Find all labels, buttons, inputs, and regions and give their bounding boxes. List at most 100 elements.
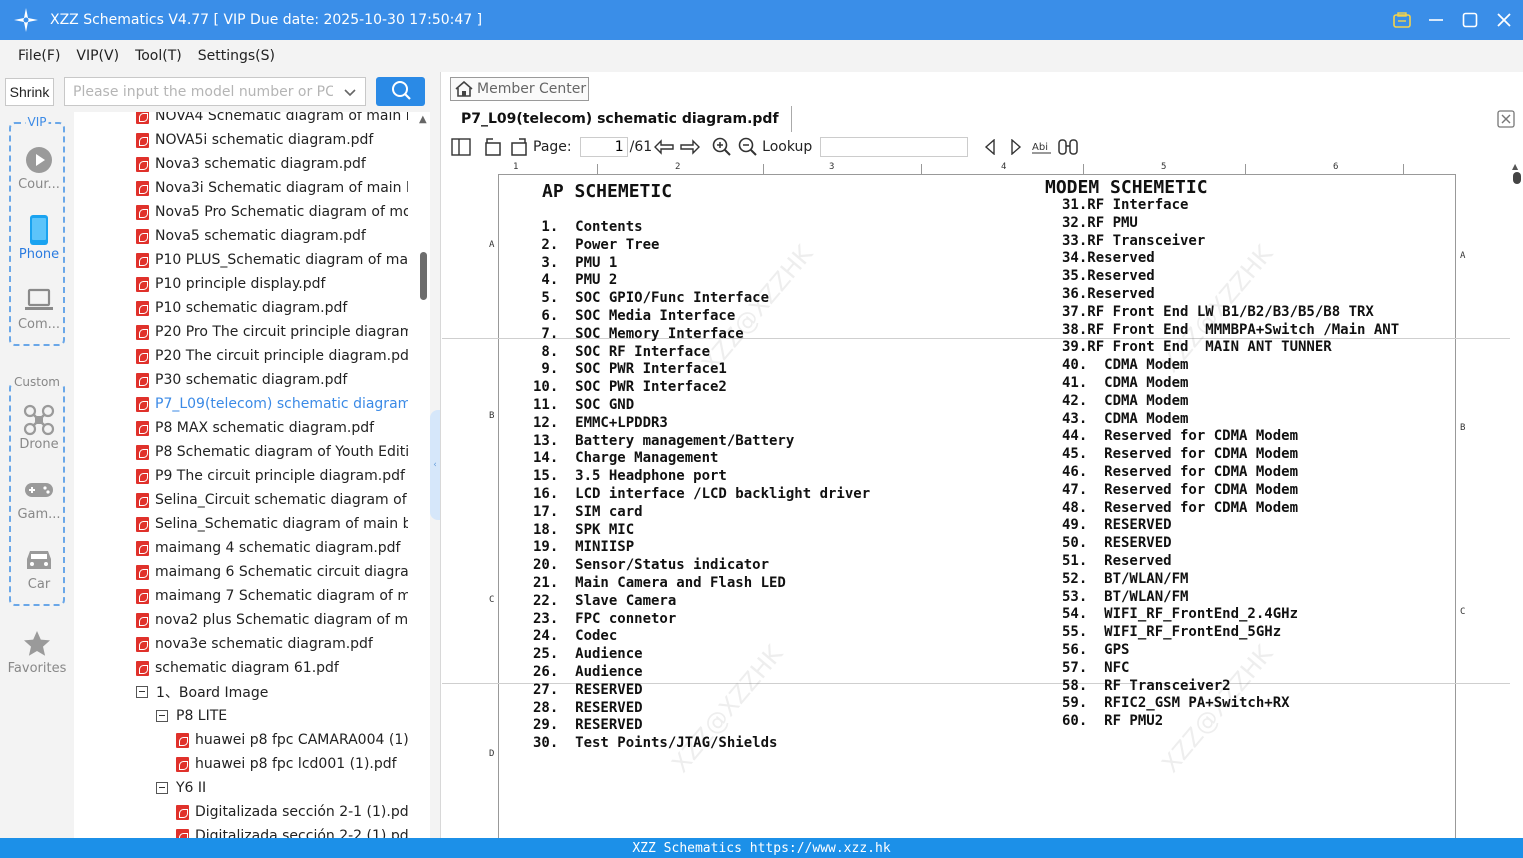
minimize-icon[interactable] [1425,9,1447,31]
document-tab[interactable]: P7_L09(telecom) schematic diagram.pdf [449,106,792,132]
menu-file[interactable]: File(F) [18,48,60,64]
collapse-toggle-icon[interactable] [136,686,148,698]
collapse-toggle-icon[interactable] [156,710,168,722]
ap-contents-item: 21. Main Camera and Flash LED [533,575,786,591]
tree-file-row[interactable]: P9 The circuit principle diagram.pdf [136,464,408,488]
row-letter: D [489,749,495,759]
modem-contents-item: 46. Reserved for CDMA Modem [1062,464,1299,480]
toggle-sidebar-icon[interactable] [449,136,473,158]
pdf-file-icon [176,756,189,772]
nav-item-courses[interactable]: Cour... [11,138,67,202]
pdf-viewer[interactable]: 123456 A B C D A B C XZZ@XZZHK XZZ@XZZHK XZZ@XZZH… [441,162,1511,838]
tree-file-row[interactable]: Nova3 schematic diagram.pdf [136,152,408,176]
pdf-file-icon [136,300,149,316]
menu-settings[interactable]: Settings(S) [198,48,275,64]
tree-file-row[interactable]: maimang 4 schematic diagram.pdf [136,536,408,560]
status-text: XZZ Schematics https://www.xzz.hk [632,840,891,856]
modem-contents-item: 60. RF PMU2 [1062,713,1164,730]
tree-file-row[interactable]: P7_L09(telecom) schematic diagram.p [136,392,408,416]
lookup-input[interactable] [820,137,969,157]
page-number-input[interactable] [579,137,628,157]
tree-file-row[interactable]: Nova5 schematic diagram.pdf [136,224,408,248]
tree-file-row[interactable]: NOVA5i schematic diagram.pdf [136,128,408,152]
nav-item-car[interactable]: Car [11,538,67,602]
zoom-in-icon[interactable] [710,136,734,158]
viewer-scroll-thumb[interactable] [1513,172,1521,184]
member-center-button[interactable]: Member Center [450,77,589,101]
shrink-button[interactable]: Shrink [5,78,54,106]
close-tab-icon[interactable] [1497,110,1515,128]
ruler-label: 2 [675,162,681,172]
maximize-icon[interactable] [1459,9,1481,31]
menu-vip[interactable]: VIP(V) [76,48,119,64]
vip-group: VIP Cour... Phone Com... [9,115,67,346]
tree-file-row[interactable]: maimang 7 Schematic diagram of ma [136,584,408,608]
tree-item-label: nova3e schematic diagram.pdf [155,636,373,652]
row-letter: C [489,595,495,605]
nav-item-favorites[interactable]: Favorites [8,622,66,686]
nav-item-drone[interactable]: Drone [11,398,67,462]
tree-file-row[interactable]: P30 schematic diagram.pdf [136,368,408,392]
scroll-up-icon[interactable]: ▲ [419,114,427,125]
scroll-up-icon[interactable]: ▲ [1512,162,1518,171]
model-search-box [64,77,366,106]
tree-file-row[interactable]: P8 Schematic diagram of Youth Editic [136,440,408,464]
pdf-file-icon [136,612,149,628]
tree-item-label: P10 schematic diagram.pdf [155,300,348,316]
ap-contents-item: 1. Contents [533,219,643,235]
tree-folder-row[interactable]: Y6 II [156,776,408,800]
nav-item-phone[interactable]: Phone [11,208,67,272]
tree-scrollbar[interactable]: ▲ [418,112,430,838]
zoom-out-icon[interactable] [736,136,760,158]
tree-file-row[interactable]: Selina_Schematic diagram of main bc [136,512,408,536]
find-next-icon[interactable] [1004,136,1028,158]
search-input[interactable] [73,83,333,100]
tree-file-row[interactable]: schematic diagram 61.pdf [136,656,408,680]
tree-file-row[interactable]: Digitalizada sección 2-2 (1).pdf [176,824,408,838]
tree-file-row[interactable]: P8 MAX schematic diagram.pdf [136,416,408,440]
panel-splitter[interactable]: ‹ [430,112,440,838]
prev-page-icon[interactable] [652,136,676,158]
rotate-left-icon[interactable] [481,136,505,158]
tree-folder-row[interactable]: P8 LITE [156,704,408,728]
ruler-label: 1 [513,162,519,172]
tree-item-label: maimang 4 schematic diagram.pdf [155,540,401,556]
tree-file-row[interactable]: nova2 plus Schematic diagram of mai [136,608,408,632]
tree-file-row[interactable]: Digitalizada sección 2-1 (1).pdf [176,800,408,824]
ruler-tick [1403,164,1404,174]
tree-file-row[interactable]: Selina_Circuit schematic diagram of s [136,488,408,512]
match-case-icon[interactable]: Abi [1030,136,1054,158]
tree-file-row[interactable]: P10 PLUS_Schematic diagram of main [136,248,408,272]
close-icon[interactable] [1493,9,1515,31]
menu-tool[interactable]: Tool(T) [135,48,182,64]
tree-file-row[interactable]: Nova5 Pro Schematic diagram of mot [136,200,408,224]
tree-file-row[interactable]: Nova3i Schematic diagram of main b [136,176,408,200]
pdf-file-icon [136,636,149,652]
search-button[interactable] [376,77,425,106]
tree-file-row[interactable]: maimang 6 Schematic circuit diagram [136,560,408,584]
tree-scroll-thumb[interactable] [420,252,427,300]
viewer-scrollbar[interactable]: ▲ [1510,162,1523,838]
collapse-toggle-icon[interactable] [156,782,168,794]
ap-contents-item: 14. Charge Management [533,450,719,467]
tree-folder-row[interactable]: 1、Board Image [136,680,408,704]
nav-item-games[interactable]: Gam... [11,468,67,532]
tree-file-row[interactable]: P10 schematic diagram.pdf [136,296,408,320]
chevron-down-icon[interactable] [343,84,357,103]
find-prev-icon[interactable] [978,136,1002,158]
tree-file-row[interactable]: huawei p8 fpc CAMARA004 (1). [176,728,408,752]
tree-file-row[interactable]: P20 Pro The circuit principle diagram [136,320,408,344]
next-page-icon[interactable] [678,136,702,158]
wallet-icon[interactable] [1391,9,1413,31]
find-all-icon[interactable] [1056,136,1080,158]
tree-file-row[interactable]: P20 The circuit principle diagram.pdf [136,344,408,368]
schematic-page: A B C D A B C XZZ@XZZHK XZZ@XZZHK XZZ@XZZHK XZZ@XZ… [442,174,1511,838]
tree-file-row[interactable]: NOVA4 Schematic diagram of main b [136,112,408,128]
collapse-panel-handle[interactable]: ‹ [430,410,440,520]
tree-file-row[interactable]: P10 principle display.pdf [136,272,408,296]
rotate-right-icon[interactable] [507,136,531,158]
nav-item-computer[interactable]: Com... [11,278,67,342]
tree-file-row[interactable]: nova3e schematic diagram.pdf [136,632,408,656]
tree-file-row[interactable]: huawei p8 fpc lcd001 (1).pdf [176,752,408,776]
file-tree: NOVA4 Schematic diagram of main b NOVA5i … [74,112,418,838]
